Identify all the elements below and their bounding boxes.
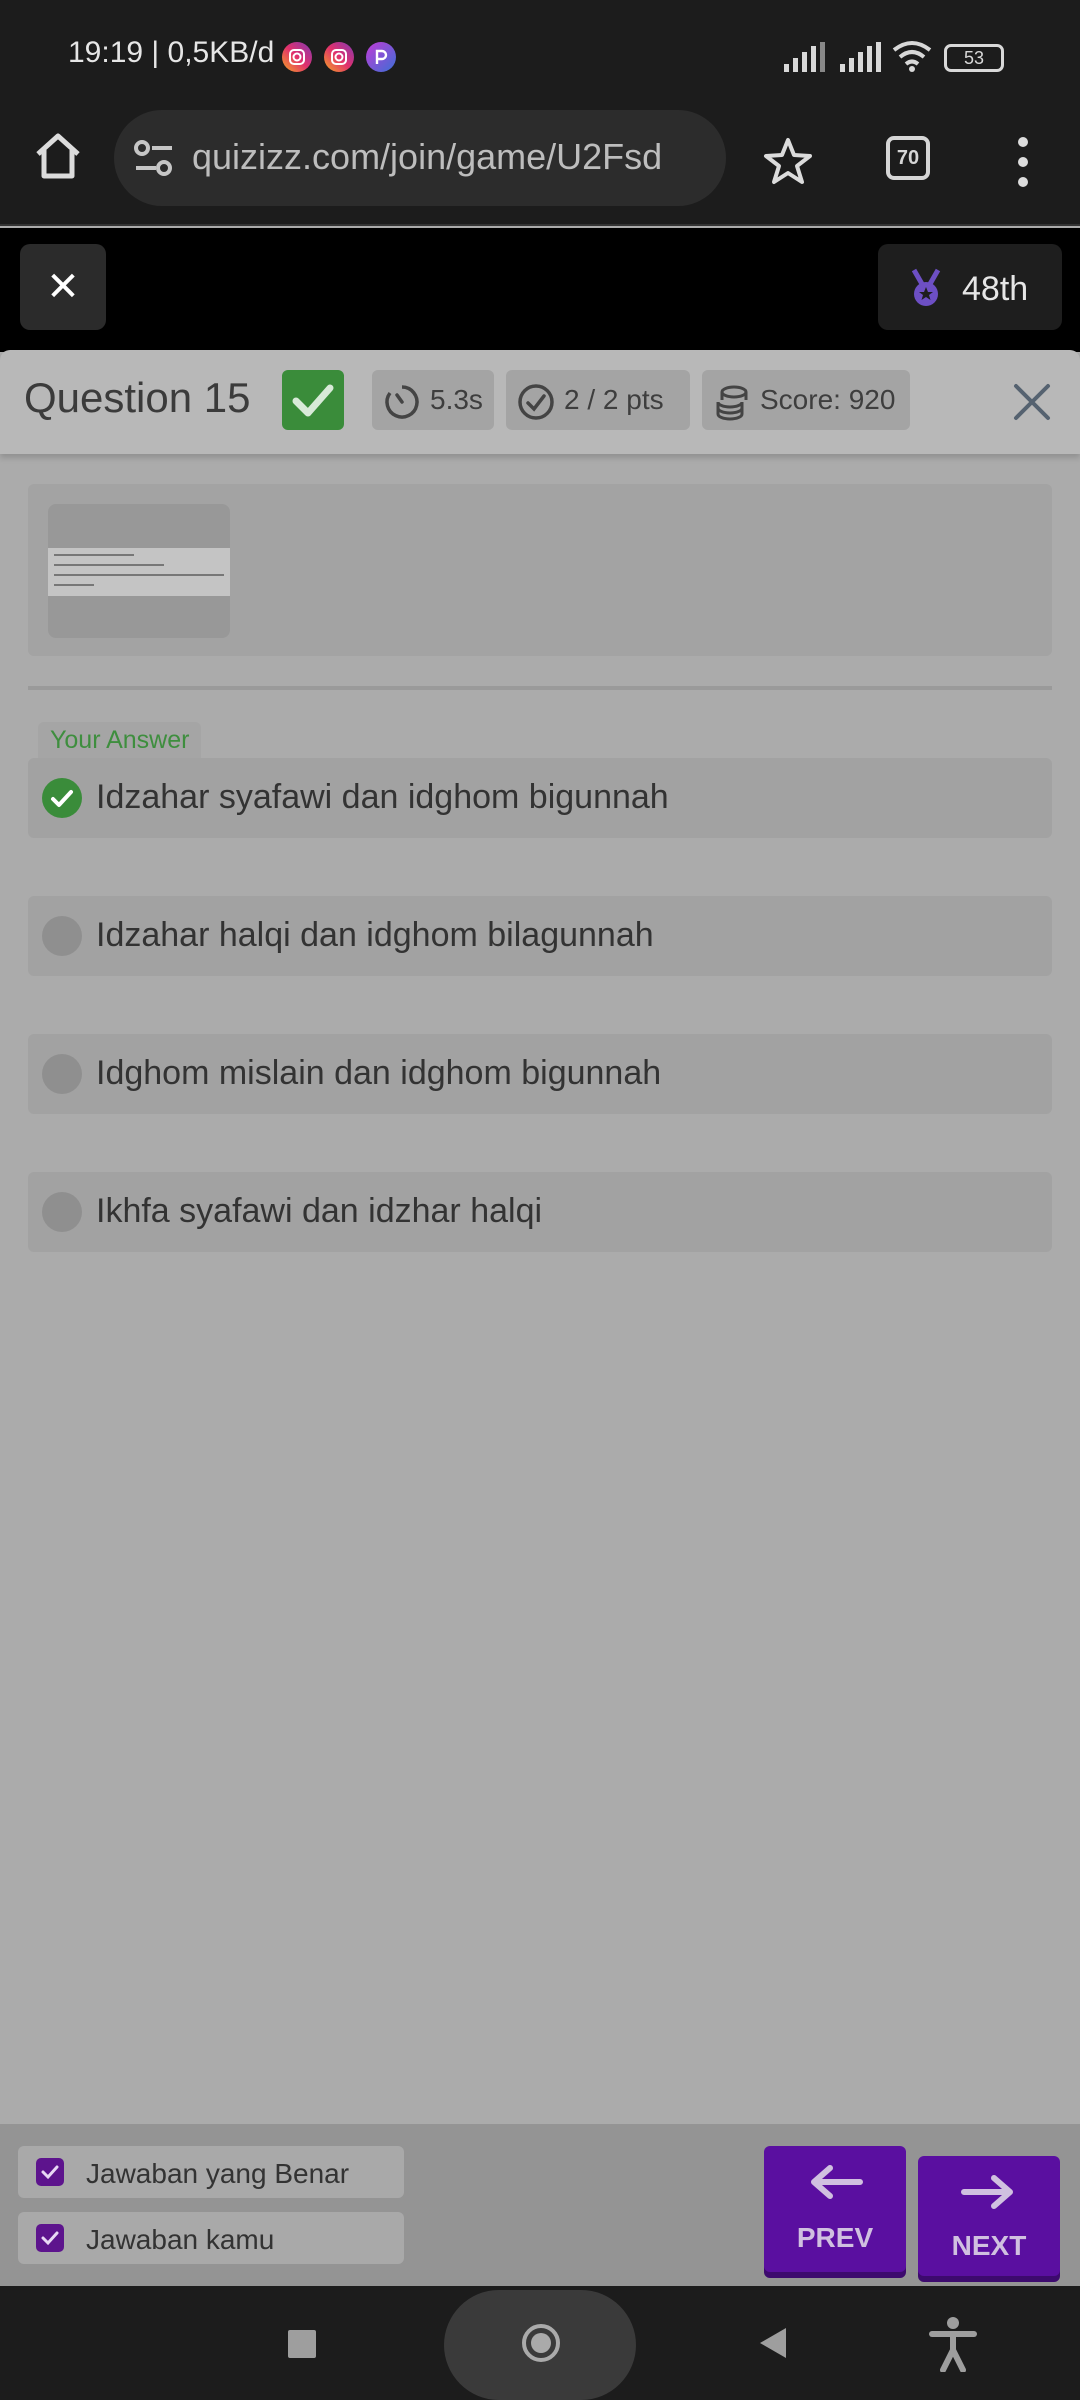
legend-correct-label: Jawaban yang Benar — [86, 2158, 350, 2189]
close-icon[interactable] — [1008, 378, 1056, 426]
correct-check-icon — [282, 370, 344, 430]
check-circle-icon — [42, 778, 82, 818]
instagram-icon — [282, 42, 312, 72]
status-time: 19:19 | 0,5KB/d — [68, 36, 275, 69]
timer-icon — [385, 385, 419, 419]
score-pill: Score: 920 — [702, 370, 910, 430]
more-menu-icon[interactable] — [1008, 134, 1038, 190]
legend-yours-label: Jawaban kamu — [86, 2224, 275, 2255]
radio-circle-icon — [42, 1054, 82, 1094]
answer-option[interactable]: Idzahar syafawi dan idghom bigunnah — [28, 758, 1052, 838]
arrow-right-icon — [961, 2175, 1013, 2209]
signal-icon-2 — [840, 42, 881, 72]
score-text: Score: 920 — [760, 384, 896, 415]
points-text: 2 / 2 pts — [564, 384, 664, 415]
accessibility-icon[interactable] — [928, 2316, 978, 2372]
prev-label: PREV — [796, 2222, 874, 2253]
time-taken-pill: 5.3s — [372, 370, 494, 430]
radio-circle-icon — [42, 1192, 82, 1232]
checkbox-icon[interactable] — [36, 2224, 64, 2252]
radio-circle-icon — [42, 916, 82, 956]
answer-option-text: Ikhfa syafawi dan idzhar halqi — [96, 1192, 543, 1230]
home-circle-icon[interactable] — [522, 2324, 560, 2362]
answer-option-text: Idzahar halqi dan idghom bilagunnah — [96, 916, 654, 954]
prev-button[interactable]: PREV — [764, 2146, 906, 2272]
answer-option[interactable]: Idzahar halqi dan idghom bilagunnah — [28, 896, 1052, 976]
answer-option-text: Idghom mislain dan idghom bigunnah — [96, 1054, 662, 1092]
next-button[interactable]: NEXT — [918, 2156, 1060, 2276]
exit-game-button[interactable]: ✕ — [20, 244, 106, 330]
picsart-icon — [366, 42, 396, 72]
url-text[interactable]: quizizz.com/join/game/U2Fsd — [192, 136, 712, 178]
wifi-icon — [892, 41, 932, 72]
arrow-left-icon — [811, 2165, 863, 2199]
instagram-icon — [324, 42, 354, 72]
check-circle-icon — [518, 384, 554, 420]
tab-switcher-button[interactable]: 70 — [886, 136, 930, 180]
question-image[interactable] — [48, 504, 230, 638]
site-settings-icon[interactable] — [132, 138, 176, 178]
question-title: Question 15 — [24, 374, 251, 421]
checkbox-icon[interactable] — [36, 2158, 64, 2186]
answer-option-text: Idzahar syafawi dan idghom bigunnah — [96, 778, 669, 816]
legend-your-answer[interactable]: Jawaban kamu — [18, 2212, 404, 2264]
back-icon[interactable] — [758, 2326, 788, 2360]
next-label: NEXT — [951, 2230, 1027, 2261]
signal-icon — [784, 42, 825, 72]
home-icon[interactable] — [30, 128, 86, 184]
legend-correct-answer[interactable]: Jawaban yang Benar — [18, 2146, 404, 2198]
divider — [28, 686, 1052, 690]
answer-option[interactable]: Idghom mislain dan idghom bigunnah — [28, 1034, 1052, 1114]
points-pill: 2 / 2 pts — [506, 370, 690, 430]
battery-indicator: 53 — [944, 44, 1004, 72]
rank-text: 48th — [962, 270, 1029, 308]
bookmark-star-icon[interactable] — [762, 136, 814, 188]
coins-icon — [716, 385, 748, 421]
answer-option[interactable]: Ikhfa syafawi dan idzhar halqi — [28, 1172, 1052, 1252]
recent-apps-icon[interactable] — [288, 2330, 316, 2358]
time-taken-text: 5.3s — [430, 384, 483, 415]
medal-icon — [911, 268, 941, 306]
your-answer-label: Your Answer — [38, 722, 202, 758]
